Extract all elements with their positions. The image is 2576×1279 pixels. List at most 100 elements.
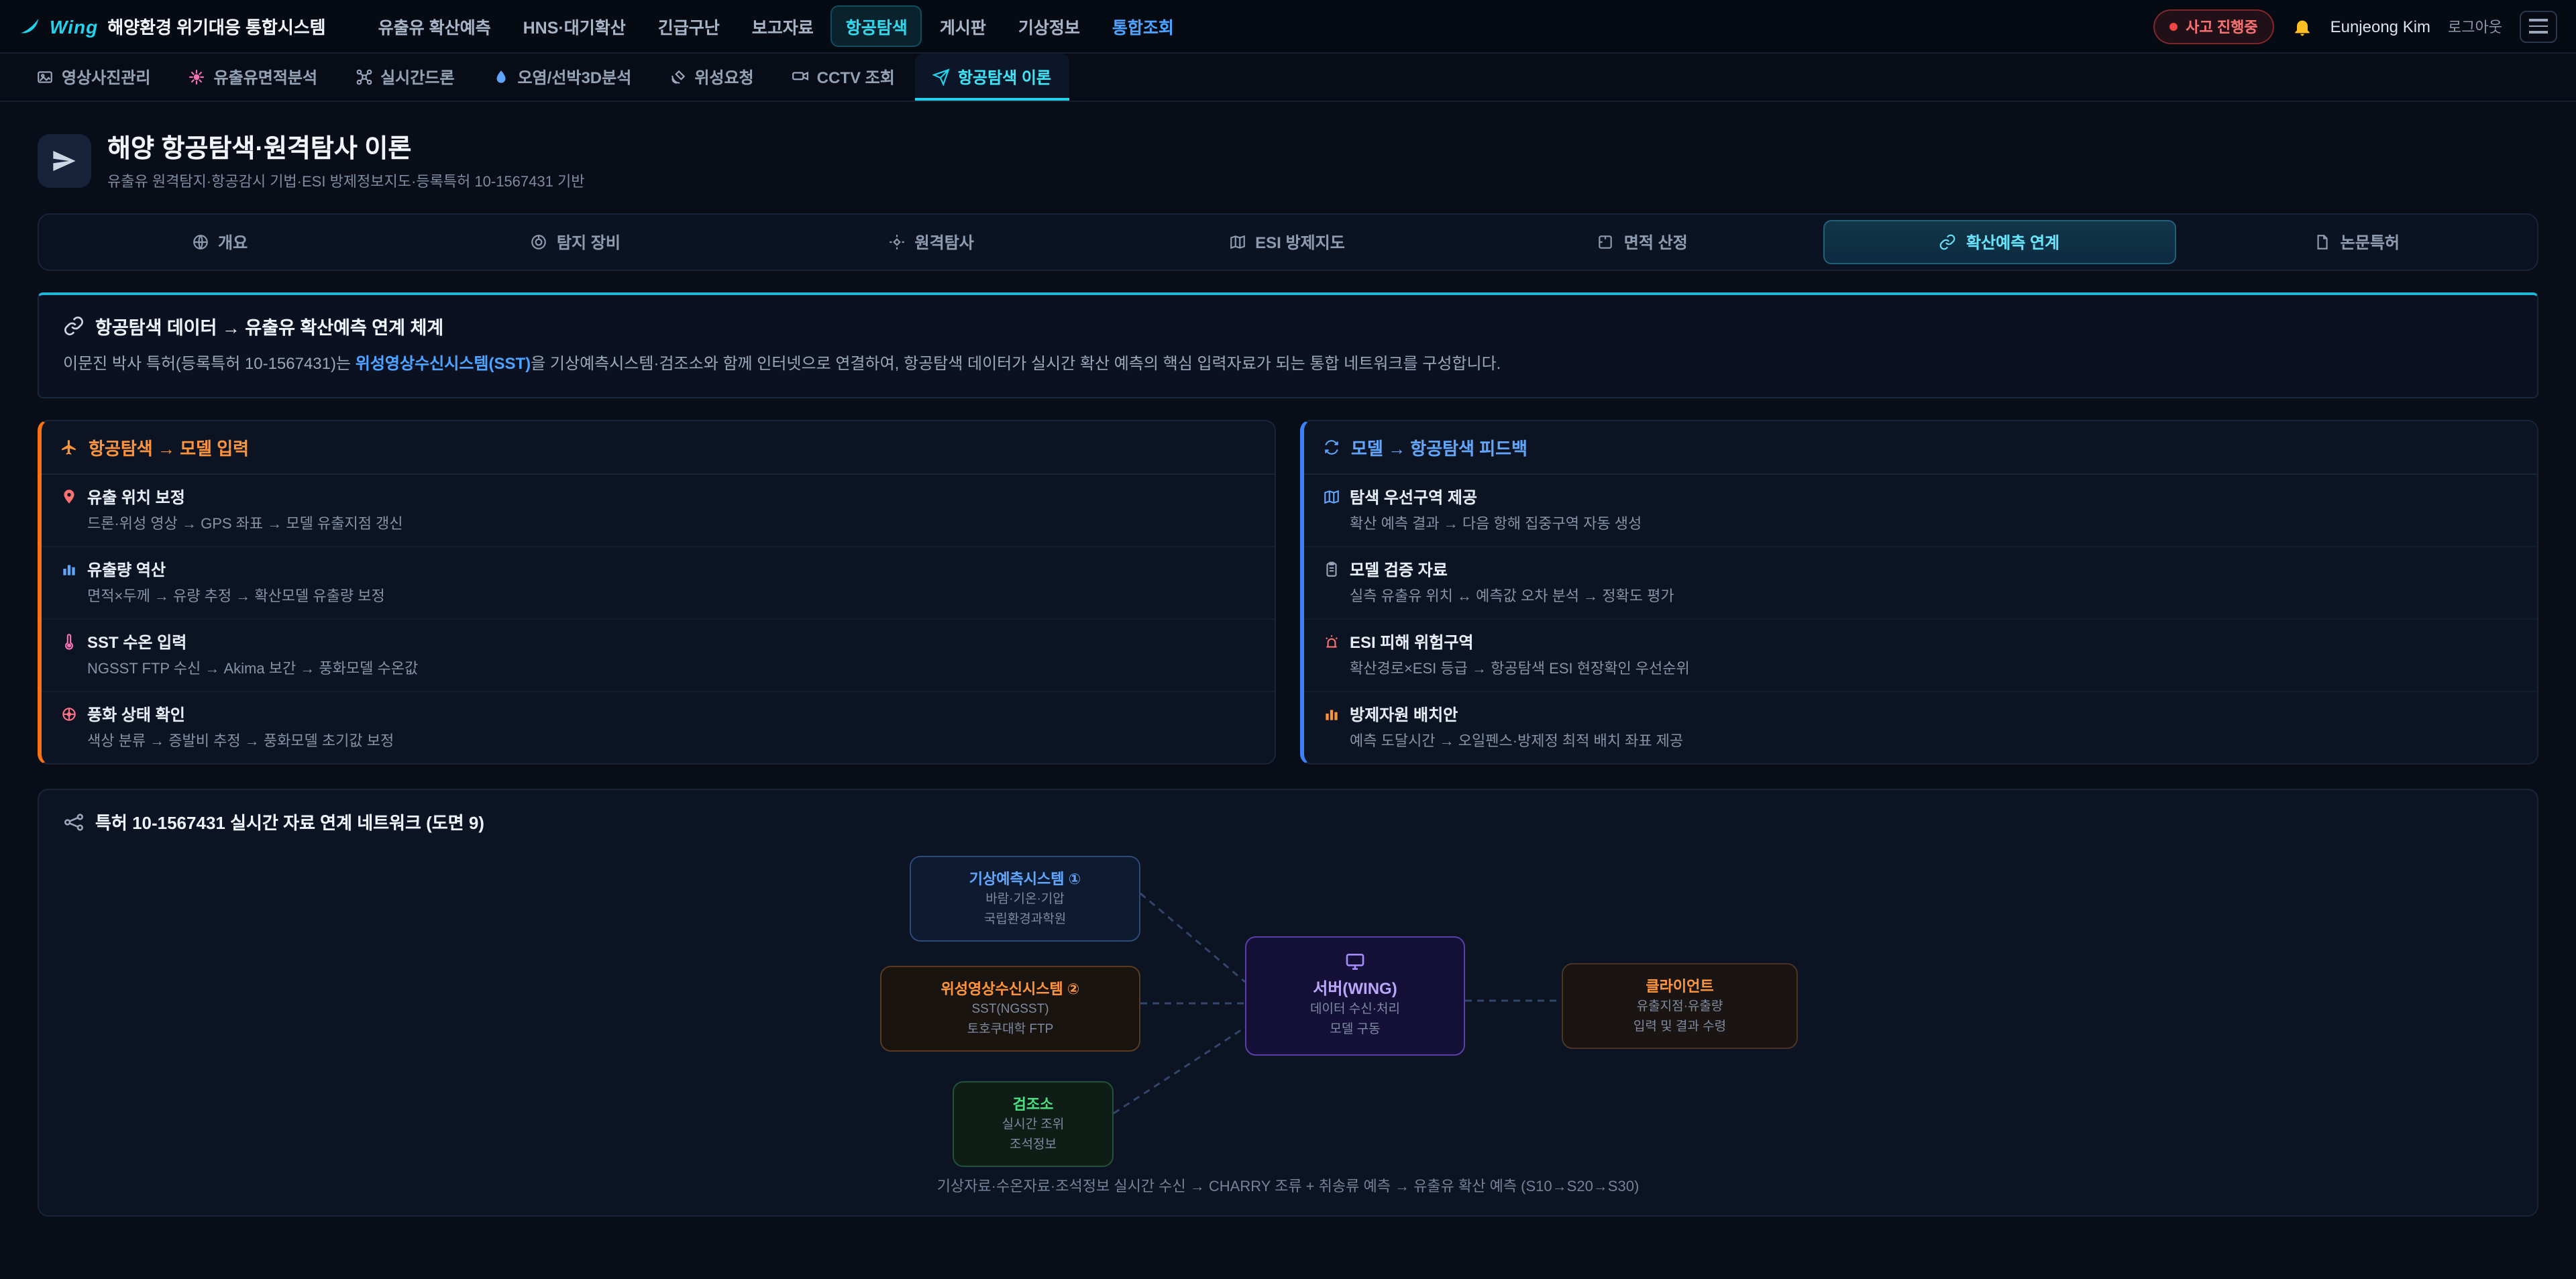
row-title: 탐색 우선구역 제공	[1350, 486, 1477, 508]
row-sst-temperature-input: SST 수온 입력 NGSST FTP 수신 → Akima 보간 → 풍화모델…	[42, 620, 1275, 692]
nav-item-oil-spill-forecast[interactable]: 유출유 확산예측	[364, 5, 506, 47]
subnav-label: 위성요청	[694, 66, 753, 89]
row-title: SST 수온 입력	[87, 630, 186, 653]
panel-search-to-model-header: 항공탐색 → 모델 입력	[42, 421, 1275, 475]
subnav-item-realtime-drone[interactable]: 실시간드론	[337, 54, 472, 101]
linkage-intro-section: 항공탐색 데이터 → 유출유 확산예측 연계 체계 이문진 박사 특허(등록특허…	[38, 292, 2538, 398]
nav-item-aerial-search[interactable]: 항공탐색	[831, 5, 922, 47]
node-line: 국립환경과학원	[924, 912, 1126, 930]
panel-title: 모델 → 항공탐색 피드백	[1351, 435, 1527, 460]
tab-esi-map[interactable]: ESI 방제지도	[1112, 220, 1462, 264]
page-subtitle: 유출유 원격탐지·항공감시 기법·ESI 방제정보지도·등록특허 10-1567…	[107, 170, 584, 192]
row-title: 모델 검증 자료	[1350, 558, 1448, 581]
row-response-resource-deployment: 방제자원 배치안 예측 도달시간 → 오일펜스·방제정 최적 배치 좌표 제공	[1304, 692, 2537, 763]
intro-title: 항공탐색 데이터 → 유출유 확산예측 연계 체계	[95, 313, 443, 339]
tab-diffusion-link[interactable]: 확산예측 연계	[1823, 220, 2176, 264]
tab-label: 확산예측 연계	[1966, 231, 2059, 254]
panel-model-to-search: 모델 → 항공탐색 피드백 탐색 우선구역 제공 확산 예측 결과 → 다음 항…	[1300, 420, 2538, 765]
node-line: SST(NGSST)	[895, 1002, 1126, 1019]
node-name: 위성영상수신시스템 ②	[895, 978, 1126, 999]
intro-title-row: 항공탐색 데이터 → 유출유 확산예측 연계 체계	[63, 313, 2513, 339]
nav-item-weather-info[interactable]: 기상정보	[1004, 5, 1095, 47]
pin-icon	[60, 488, 78, 506]
nav-item-emergency-rescue[interactable]: 긴급구난	[643, 5, 735, 47]
row-desc: NGSST FTP 수신 → Akima 보간 → 풍화모델 수온값	[87, 657, 1256, 679]
diagram-caption: 기상자료·수온자료·조석정보 실시간 수신 → CHARRY 조류 + 취송류 …	[63, 1175, 2513, 1197]
logout-button[interactable]: 로그아웃	[2448, 15, 2502, 37]
row-desc: 드론·위성 영상 → GPS 좌표 → 모델 유출지점 갱신	[87, 512, 1256, 534]
row-title: 유출량 역산	[87, 558, 166, 581]
node-name: 서버(WING)	[1260, 977, 1450, 999]
node-line: 토호쿠대학 FTP	[895, 1022, 1126, 1040]
subnav-item-aerial-search-theory[interactable]: 항공탐색 이론	[915, 54, 1069, 101]
node-client[interactable]: 클라이언트 유출지점·유출량 입력 및 결과 수령	[1562, 963, 1798, 1048]
node-name: 클라이언트	[1576, 975, 1783, 997]
network-diagram: 기상예측시스템 ① 바람·기온·기압 국립환경과학원 위성영상수신시스템 ② S…	[751, 853, 1825, 1164]
menu-hamburger-icon[interactable]	[2520, 10, 2557, 42]
user-name: Eunjeong Kim	[2330, 17, 2430, 36]
server-monitor-icon	[1344, 951, 1366, 972]
row-esi-risk-zone: ESI 피해 위험구역 확산경로×ESI 등급 → 항공탐색 ESI 현장확인 …	[1304, 620, 2537, 692]
row-title: 방제자원 배치안	[1350, 703, 1458, 726]
link-icon	[1939, 233, 1957, 251]
tab-remote-sensing[interactable]: 원격탐사	[756, 220, 1106, 264]
node-satellite-receiver[interactable]: 위성영상수신시스템 ② SST(NGSST) 토호쿠대학 FTP	[880, 966, 1140, 1051]
incident-status-badge[interactable]: 사고 진행중	[2153, 9, 2273, 44]
tab-overview[interactable]: 개요	[44, 220, 394, 264]
airplane-icon	[60, 439, 78, 456]
subnav-item-oil-area-analysis[interactable]: 유출유면적분석	[171, 54, 335, 101]
map-icon	[1323, 488, 1340, 506]
tab-label: 원격탐사	[915, 231, 974, 254]
linkage-panels: 항공탐색 → 모델 입력 유출 위치 보정 드론·위성 영상 → GPS 좌표 …	[38, 420, 2538, 765]
tab-label: 탐지 장비	[557, 231, 621, 254]
subnav-item-satellite-request[interactable]: 위성요청	[651, 54, 771, 101]
intro-desc-sst-link[interactable]: 위성영상수신시스템(SST)	[356, 354, 531, 373]
node-tide-station[interactable]: 검조소 실시간 조위 조석정보	[953, 1081, 1114, 1166]
subnav-label: CCTV 조회	[817, 66, 895, 89]
brand[interactable]: Wing 해양환경 위기대응 통합시스템	[19, 13, 326, 39]
cctv-camera-icon	[792, 68, 809, 86]
page-icon-box	[38, 133, 91, 187]
bar-chart-icon	[1323, 706, 1340, 723]
intro-desc-post: 을 기상예측시스템·검조소와 함께 인터넷으로 연결하여, 항공탐색 데이터가 …	[531, 354, 1501, 373]
node-line: 조석정보	[967, 1137, 1099, 1155]
nav-item-reports[interactable]: 보고자료	[737, 5, 828, 47]
radar-icon	[530, 233, 547, 251]
satellite-icon	[669, 68, 686, 86]
sub-navigation: 영상사진관리 유출유면적분석 실시간드론 오염/선박3D분석 위성요청	[0, 54, 2576, 102]
tab-detection-equipment[interactable]: 탐지 장비	[400, 220, 750, 264]
nav-item-board[interactable]: 게시판	[925, 5, 1001, 47]
row-model-validation-data: 모델 검증 자료 실측 유출유 위치 ↔ 예측값 오차 분석 → 정확도 평가	[1304, 547, 2537, 620]
node-line: 데이터 수신·처리	[1260, 1002, 1450, 1019]
paper-plane-icon	[51, 147, 78, 174]
node-name: 검조소	[967, 1093, 1099, 1115]
tab-papers-patents[interactable]: 논문특허	[2182, 220, 2532, 264]
node-name: 기상예측시스템 ①	[924, 868, 1126, 889]
panel-title: 항공탐색 → 모델 입력	[89, 435, 249, 460]
node-server-wing[interactable]: 서버(WING) 데이터 수신·처리 모델 구동	[1245, 936, 1465, 1055]
tab-area-calculation[interactable]: 면적 산정	[1467, 220, 1817, 264]
notification-bell-icon[interactable]	[2292, 15, 2313, 37]
row-desc: 확산 예측 결과 → 다음 항해 집중구역 자동 생성	[1350, 512, 2518, 534]
row-weathering-state-check: 풍화 상태 확인 색상 분류 → 증발비 추정 → 풍화모델 초기값 보정	[42, 692, 1275, 763]
node-weather-system[interactable]: 기상예측시스템 ① 바람·기온·기압 국립환경과학원	[910, 856, 1140, 941]
subnav-item-pollution-ship-3d[interactable]: 오염/선박3D분석	[474, 54, 649, 101]
paper-plane-icon	[932, 68, 950, 86]
feedback-loop-icon	[1323, 439, 1340, 456]
node-line: 실시간 조위	[967, 1117, 1099, 1135]
page-title: 해양 항공탐색·원격탐사 이론	[107, 129, 584, 165]
row-desc: 예측 도달시간 → 오일펜스·방제정 최적 배치 좌표 제공	[1350, 730, 2518, 751]
page-header: 해양 항공탐색·원격탐사 이론 유출유 원격탐지·항공감시 기법·ESI 방제정…	[38, 129, 2538, 192]
main-content: 해양 항공탐색·원격탐사 이론 유출유 원격탐지·항공감시 기법·ESI 방제정…	[0, 102, 2576, 1217]
link-icon	[63, 315, 85, 337]
main-nav: 유출유 확산예측 HNS·대기확산 긴급구난 보고자료 항공탐색 게시판 기상정…	[364, 5, 1189, 47]
subnav-item-cctv[interactable]: CCTV 조회	[774, 54, 912, 101]
row-desc: 면적×두께 → 유량 추정 → 확산모델 유출량 보정	[87, 585, 1256, 606]
incident-badge-label: 사고 진행중	[2186, 15, 2257, 37]
subnav-item-photo-management[interactable]: 영상사진관리	[19, 54, 168, 101]
panel-model-to-search-header: 모델 → 항공탐색 피드백	[1304, 421, 2537, 475]
nav-item-hns-air-diffusion[interactable]: HNS·대기확산	[508, 5, 641, 47]
row-desc: 색상 분류 → 증발비 추정 → 풍화모델 초기값 보정	[87, 730, 1256, 751]
nav-item-integrated-search[interactable]: 통합조회	[1097, 5, 1189, 47]
app-root: Wing 해양환경 위기대응 통합시스템 유출유 확산예측 HNS·대기확산 긴…	[0, 0, 2576, 1279]
